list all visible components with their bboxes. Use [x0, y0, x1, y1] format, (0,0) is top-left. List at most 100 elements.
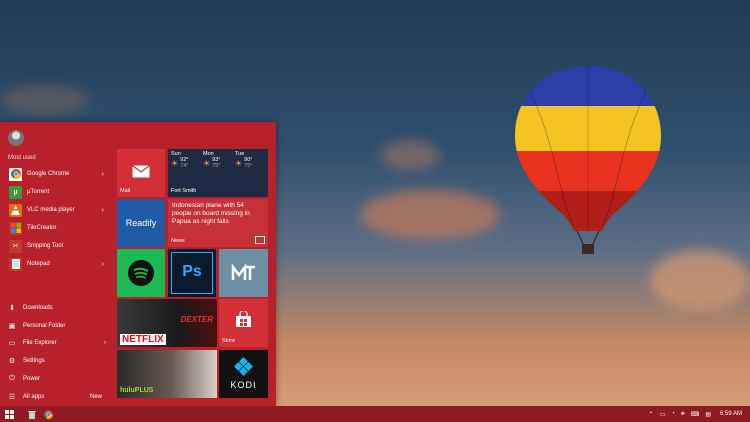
tile-hulu[interactable]: huluPLUS	[117, 350, 217, 398]
place-settings[interactable]: ⚙ Settings	[0, 353, 110, 369]
tile-weather[interactable]: Sun ☀ 92° 74° Mon ☀ 93° 75° Tue ☀ 90° 75°	[168, 149, 268, 197]
file-explorer-icon: ▭	[8, 340, 16, 347]
power-icon: ⏻	[9, 375, 15, 382]
chrome-icon	[43, 409, 53, 419]
app-label: TileCreator	[27, 225, 57, 231]
place-label: Settings	[23, 358, 45, 364]
taskbar: ⌃ ▭ ◔ 🕪 ⌨ ▤ 6:59 AM	[0, 406, 750, 422]
volume-icon[interactable]: 🕪	[681, 411, 685, 418]
app-item-notepad[interactable]: Notepad ›	[0, 256, 110, 272]
system-tray: ⌃ ▭ ◔ 🕪 ⌨ ▤ 6:59 AM	[646, 406, 750, 422]
weather-day: Sun ☀ 92° 74°	[171, 151, 201, 169]
place-all-apps[interactable]: ☰ All apps New	[0, 389, 110, 405]
kodi-icon	[234, 357, 253, 376]
wallpaper-cloud	[360, 190, 500, 240]
place-power[interactable]: ⏻ Power	[0, 371, 110, 387]
tile-kodi[interactable]: KODI	[219, 350, 268, 398]
tile-mt-app[interactable]	[219, 249, 268, 297]
tile-mail[interactable]: Mail	[117, 149, 165, 197]
tile-readify[interactable]: Readify	[117, 199, 165, 247]
notepad-icon	[9, 257, 22, 271]
list-icon: ☰	[8, 394, 16, 401]
place-downloads[interactable]: ⬇ Downloads	[0, 300, 110, 316]
place-file-explorer[interactable]: ▭ File Explorer ›	[0, 335, 110, 351]
place-personal-folder[interactable]: ▣ Personal Folder	[0, 318, 110, 334]
folder-icon: ▣	[8, 323, 16, 330]
windows-logo-icon	[4, 409, 14, 419]
network-icon[interactable]: ◔	[671, 411, 675, 417]
weather-low: 75°	[244, 163, 253, 169]
taskbar-clock[interactable]: 6:59 AM	[720, 411, 742, 417]
new-badge: New	[89, 394, 102, 400]
chevron-up-icon[interactable]: ⌃	[649, 411, 654, 418]
weather-day: Mon ☀ 93° 75°	[203, 151, 233, 169]
sun-icon: ☀	[203, 158, 211, 168]
start-button[interactable]	[0, 406, 18, 422]
app-label: Notepad	[27, 261, 50, 267]
hot-air-balloon	[515, 66, 661, 254]
tilecreator-icon	[9, 221, 22, 235]
tile-netflix[interactable]: DEXTER NETFLIX	[117, 299, 217, 347]
readify-logo: Readify	[125, 218, 157, 228]
app-label: Snipping Tool	[27, 243, 63, 249]
sun-icon: ☀	[171, 158, 179, 168]
scissors-icon: ✂	[9, 239, 22, 253]
tile-label: News	[171, 238, 185, 244]
most-used-heading: Most used	[8, 155, 36, 161]
netflix-logo: NETFLIX	[120, 334, 166, 345]
mt-logo-icon	[231, 264, 255, 280]
netflix-poster-text: DEXTER	[180, 315, 213, 324]
news-icon	[255, 236, 265, 244]
tile-photoshop[interactable]: Ps	[168, 249, 216, 297]
notification-icon[interactable]: ▤	[705, 411, 711, 418]
place-label: Downloads	[23, 305, 53, 311]
weather-day: Tue ☀ 90° 75°	[235, 151, 265, 169]
chevron-right-icon[interactable]: ›	[102, 261, 104, 268]
gear-icon: ⚙	[8, 358, 16, 365]
app-label: µTorrent	[27, 189, 50, 195]
place-label: File Explorer	[23, 340, 57, 346]
utorrent-icon: µ	[9, 185, 22, 199]
user-avatar[interactable]	[8, 130, 24, 146]
app-item-utorrent[interactable]: µ µTorrent	[0, 184, 110, 200]
chevron-right-icon[interactable]: ›	[104, 340, 106, 346]
place-label: All apps	[23, 394, 45, 400]
download-icon: ⬇	[9, 305, 15, 312]
app-item-google-chrome[interactable]: Google Chrome ›	[0, 166, 110, 182]
chevron-right-icon[interactable]: ›	[102, 171, 104, 178]
tile-spotify[interactable]	[117, 249, 165, 297]
app-label: VLC media player	[27, 207, 75, 213]
taskbar-recycle-bin[interactable]	[24, 406, 40, 422]
sun-icon: ☀	[235, 158, 243, 168]
tile-label: Mail	[120, 188, 131, 194]
kodi-label: KODI	[230, 380, 257, 390]
start-menu: Most used Google Chrome › µ µTorrent VLC…	[0, 122, 276, 406]
tile-news[interactable]: Indonesian plane with 54 people on board…	[168, 199, 268, 247]
chevron-right-icon[interactable]: ›	[102, 207, 104, 214]
weather-location: Fort Smith	[171, 188, 197, 194]
app-item-snipping-tool[interactable]: ✂ Snipping Tool	[0, 238, 110, 254]
mail-icon	[132, 165, 150, 178]
tile-store[interactable]: Store	[219, 299, 268, 347]
battery-icon[interactable]: ▭	[660, 411, 666, 418]
app-item-tilecreator[interactable]: TileCreator	[0, 220, 110, 236]
photoshop-label: Ps	[182, 263, 202, 280]
taskbar-chrome[interactable]	[40, 406, 56, 422]
recycle-bin-icon	[28, 410, 36, 419]
hulu-logo: huluPLUS	[120, 387, 154, 394]
chrome-icon	[9, 167, 22, 181]
vlc-icon	[9, 203, 22, 217]
place-label: Personal Folder	[23, 323, 66, 329]
weather-low: 74°	[180, 163, 189, 169]
app-item-vlc[interactable]: VLC media player ›	[0, 202, 110, 218]
spotify-icon	[128, 260, 154, 286]
wallpaper-cloud	[650, 250, 750, 310]
weather-low: 75°	[212, 163, 221, 169]
wallpaper-cloud	[380, 140, 440, 170]
weather-days: Sun ☀ 92° 74° Mon ☀ 93° 75° Tue ☀ 90° 75°	[171, 151, 265, 169]
store-bag-icon	[236, 311, 251, 327]
news-headline: Indonesian plane with 54 people on board…	[172, 202, 250, 225]
app-label: Google Chrome	[27, 171, 70, 177]
tile-label: Store	[222, 338, 236, 344]
keyboard-icon[interactable]: ⌨	[691, 411, 700, 418]
